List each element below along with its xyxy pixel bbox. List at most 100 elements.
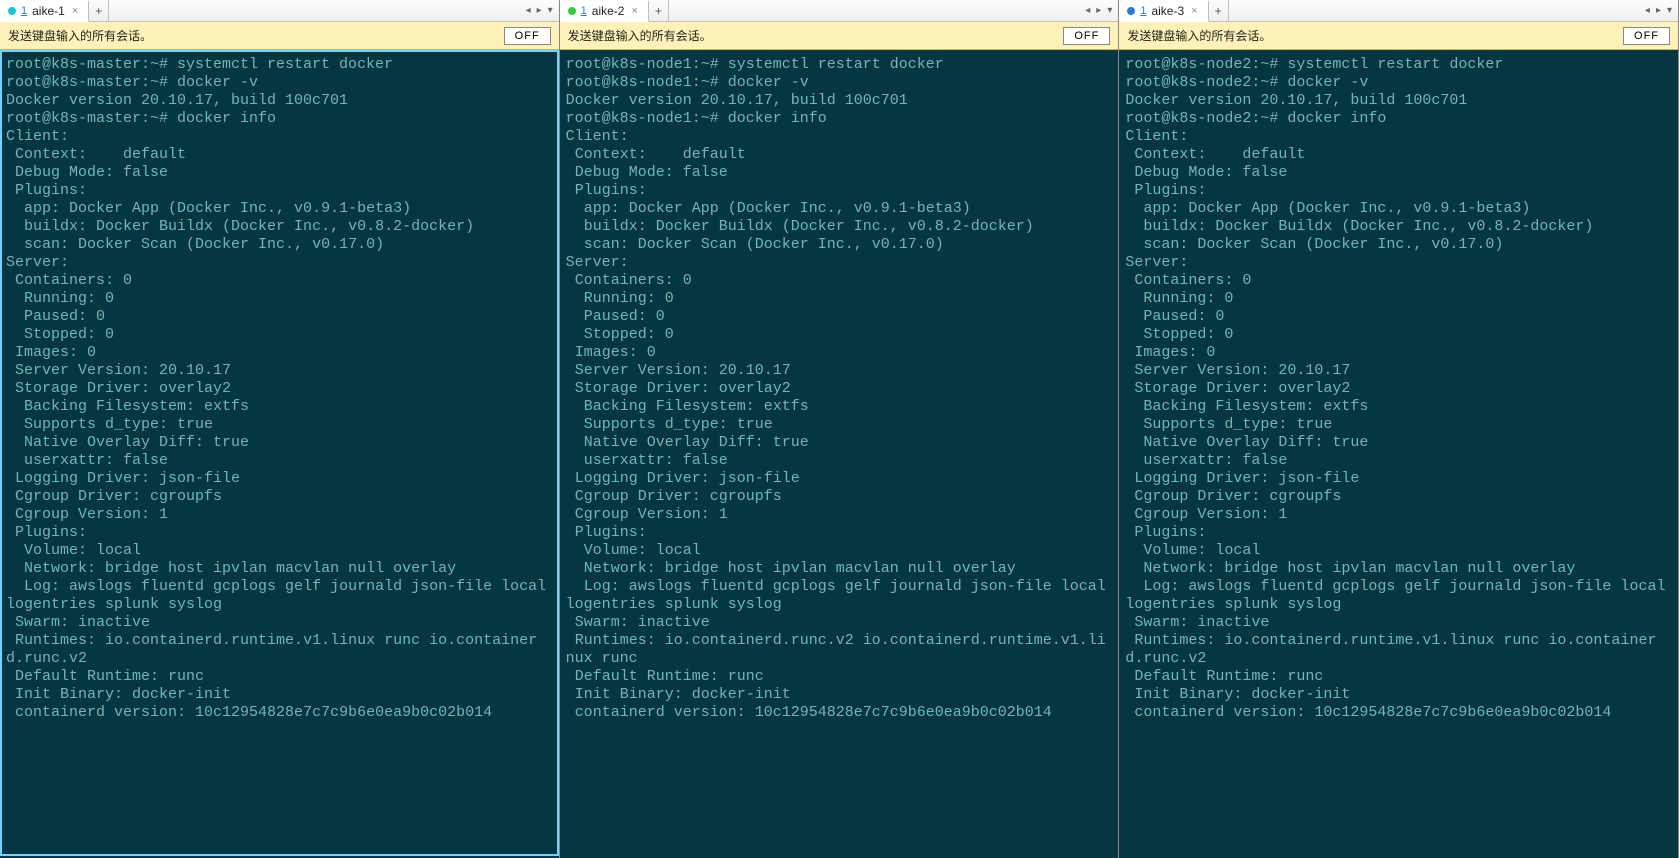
terminal-line: Volume: local bbox=[6, 542, 555, 560]
terminal-line: Backing Filesystem: extfs bbox=[1125, 398, 1674, 416]
broadcast-toggle-button[interactable]: OFF bbox=[504, 27, 551, 45]
terminal-line: Default Runtime: runc bbox=[566, 668, 1115, 686]
terminal-line: Swarm: inactive bbox=[566, 614, 1115, 632]
tab-nav-right-icon[interactable]: ▸ bbox=[1094, 5, 1103, 16]
terminal-line: Init Binary: docker-init bbox=[1125, 686, 1674, 704]
terminal-line: Client: bbox=[566, 128, 1115, 146]
terminal-line: Supports d_type: true bbox=[1125, 416, 1674, 434]
terminal-line: Running: 0 bbox=[566, 290, 1115, 308]
terminal-line: Context: default bbox=[1125, 146, 1674, 164]
terminal-line: app: Docker App (Docker Inc., v0.9.1-bet… bbox=[566, 200, 1115, 218]
tab-nav-menu-icon[interactable]: ▾ bbox=[1665, 5, 1674, 16]
terminal-line: Paused: 0 bbox=[6, 308, 555, 326]
terminal-line: Server: bbox=[6, 254, 555, 272]
terminal-line: root@k8s-node1:~# docker -v bbox=[566, 74, 1115, 92]
terminal-output[interactable]: root@k8s-master:~# systemctl restart doc… bbox=[0, 50, 559, 856]
terminal-line: Native Overlay Diff: true bbox=[6, 434, 555, 452]
terminal-line: Server Version: 20.10.17 bbox=[1125, 362, 1674, 380]
terminal-line: Swarm: inactive bbox=[6, 614, 555, 632]
terminal-line: Log: awslogs fluentd gcplogs gelf journa… bbox=[1125, 578, 1674, 614]
terminal-line: buildx: Docker Buildx (Docker Inc., v0.8… bbox=[1125, 218, 1674, 236]
terminal-line: Images: 0 bbox=[1125, 344, 1674, 362]
terminal-output[interactable]: root@k8s-node1:~# systemctl restart dock… bbox=[560, 50, 1119, 856]
terminal-line: root@k8s-master:~# docker -v bbox=[6, 74, 555, 92]
tab-nav-left-icon[interactable]: ◂ bbox=[524, 5, 533, 16]
terminal-line: containerd version: 10c12954828e7c7c9b6e… bbox=[566, 704, 1115, 722]
terminal-line: Swarm: inactive bbox=[1125, 614, 1674, 632]
terminal-output[interactable]: root@k8s-node2:~# systemctl restart dock… bbox=[1119, 50, 1678, 856]
terminal-line: buildx: Docker Buildx (Docker Inc., v0.8… bbox=[6, 218, 555, 236]
terminal-line: Server Version: 20.10.17 bbox=[566, 362, 1115, 380]
terminal-line: root@k8s-node1:~# docker info bbox=[566, 110, 1115, 128]
terminal-line: scan: Docker Scan (Docker Inc., v0.17.0) bbox=[566, 236, 1115, 254]
terminal-line: Client: bbox=[1125, 128, 1674, 146]
terminal-line: Server: bbox=[1125, 254, 1674, 272]
add-tab-button[interactable]: + bbox=[1209, 0, 1229, 21]
terminal-line: Plugins: bbox=[6, 182, 555, 200]
terminal-line: Images: 0 bbox=[6, 344, 555, 362]
tab-bar: 1 aike-2 × + ◂ ▸ ▾ bbox=[560, 0, 1119, 22]
tab-index: 1 bbox=[1140, 5, 1146, 17]
terminal-line: Storage Driver: overlay2 bbox=[6, 380, 555, 398]
terminal-line: userxattr: false bbox=[566, 452, 1115, 470]
terminal-line: Paused: 0 bbox=[566, 308, 1115, 326]
status-dot-icon bbox=[8, 7, 16, 15]
terminal-line: Runtimes: io.containerd.runc.v2 io.conta… bbox=[566, 632, 1115, 668]
tab-nav-left-icon[interactable]: ◂ bbox=[1083, 5, 1092, 16]
terminal-line: Plugins: bbox=[566, 524, 1115, 542]
terminal-line: Stopped: 0 bbox=[566, 326, 1115, 344]
close-icon[interactable]: × bbox=[1189, 5, 1199, 17]
terminal-line: Cgroup Version: 1 bbox=[1125, 506, 1674, 524]
broadcast-bar: 发送键盘输入的所有会话。 OFF bbox=[0, 22, 559, 50]
terminal-line: Server: bbox=[566, 254, 1115, 272]
terminal-line: Runtimes: io.containerd.runtime.v1.linux… bbox=[1125, 632, 1674, 668]
terminal-line: Docker version 20.10.17, build 100c701 bbox=[6, 92, 555, 110]
tab-bar: 1 aike-3 × + ◂ ▸ ▾ bbox=[1119, 0, 1678, 22]
broadcast-toggle-button[interactable]: OFF bbox=[1063, 27, 1110, 45]
terminal-line: Containers: 0 bbox=[566, 272, 1115, 290]
broadcast-bar: 发送键盘输入的所有会话。 OFF bbox=[1119, 22, 1678, 50]
terminal-pane: 1 aike-2 × + ◂ ▸ ▾ 发送键盘输入的所有会话。 OFF root… bbox=[560, 0, 1120, 858]
tab-nav-menu-icon[interactable]: ▾ bbox=[546, 5, 555, 16]
terminal-line: Cgroup Version: 1 bbox=[566, 506, 1115, 524]
terminal-line: Init Binary: docker-init bbox=[6, 686, 555, 704]
terminal-line: app: Docker App (Docker Inc., v0.9.1-bet… bbox=[6, 200, 555, 218]
terminal-line: Plugins: bbox=[1125, 524, 1674, 542]
session-tab[interactable]: 1 aike-1 × bbox=[0, 1, 89, 22]
terminal-line: root@k8s-node2:~# docker info bbox=[1125, 110, 1674, 128]
tab-nav-right-icon[interactable]: ▸ bbox=[535, 5, 544, 16]
tab-nav-controls: ◂ ▸ ▾ bbox=[1639, 0, 1678, 21]
add-tab-button[interactable]: + bbox=[649, 0, 669, 21]
terminal-line: Network: bridge host ipvlan macvlan null… bbox=[566, 560, 1115, 578]
terminal-line: Log: awslogs fluentd gcplogs gelf journa… bbox=[566, 578, 1115, 614]
close-icon[interactable]: × bbox=[70, 5, 80, 17]
terminal-line: Containers: 0 bbox=[6, 272, 555, 290]
terminal-line: Runtimes: io.containerd.runtime.v1.linux… bbox=[6, 632, 555, 668]
terminal-line: Plugins: bbox=[1125, 182, 1674, 200]
tab-nav-right-icon[interactable]: ▸ bbox=[1654, 5, 1663, 16]
terminal-line: root@k8s-master:~# docker info bbox=[6, 110, 555, 128]
session-tab[interactable]: 1 aike-3 × bbox=[1119, 1, 1208, 22]
terminal-line: Backing Filesystem: extfs bbox=[6, 398, 555, 416]
session-tab[interactable]: 1 aike-2 × bbox=[560, 1, 649, 22]
broadcast-toggle-button[interactable]: OFF bbox=[1623, 27, 1670, 45]
tab-nav-left-icon[interactable]: ◂ bbox=[1643, 5, 1652, 16]
terminal-line: Client: bbox=[6, 128, 555, 146]
terminal-line: Docker version 20.10.17, build 100c701 bbox=[1125, 92, 1674, 110]
terminal-line: Cgroup Driver: cgroupfs bbox=[566, 488, 1115, 506]
terminal-line: Network: bridge host ipvlan macvlan null… bbox=[1125, 560, 1674, 578]
tab-title: aike-2 bbox=[592, 4, 625, 18]
status-dot-icon bbox=[568, 7, 576, 15]
add-tab-button[interactable]: + bbox=[89, 0, 109, 21]
close-icon[interactable]: × bbox=[629, 5, 639, 17]
terminal-line: Debug Mode: false bbox=[566, 164, 1115, 182]
terminal-line: Stopped: 0 bbox=[1125, 326, 1674, 344]
terminal-line: Logging Driver: json-file bbox=[566, 470, 1115, 488]
tab-nav-menu-icon[interactable]: ▾ bbox=[1105, 5, 1114, 16]
terminal-line: Plugins: bbox=[6, 524, 555, 542]
broadcast-message: 发送键盘输入的所有会话。 bbox=[1127, 27, 1271, 44]
terminal-line: Logging Driver: json-file bbox=[6, 470, 555, 488]
plus-icon: + bbox=[655, 4, 662, 18]
terminal-pane: 1 aike-3 × + ◂ ▸ ▾ 发送键盘输入的所有会话。 OFF root… bbox=[1119, 0, 1679, 858]
terminal-line: Context: default bbox=[566, 146, 1115, 164]
